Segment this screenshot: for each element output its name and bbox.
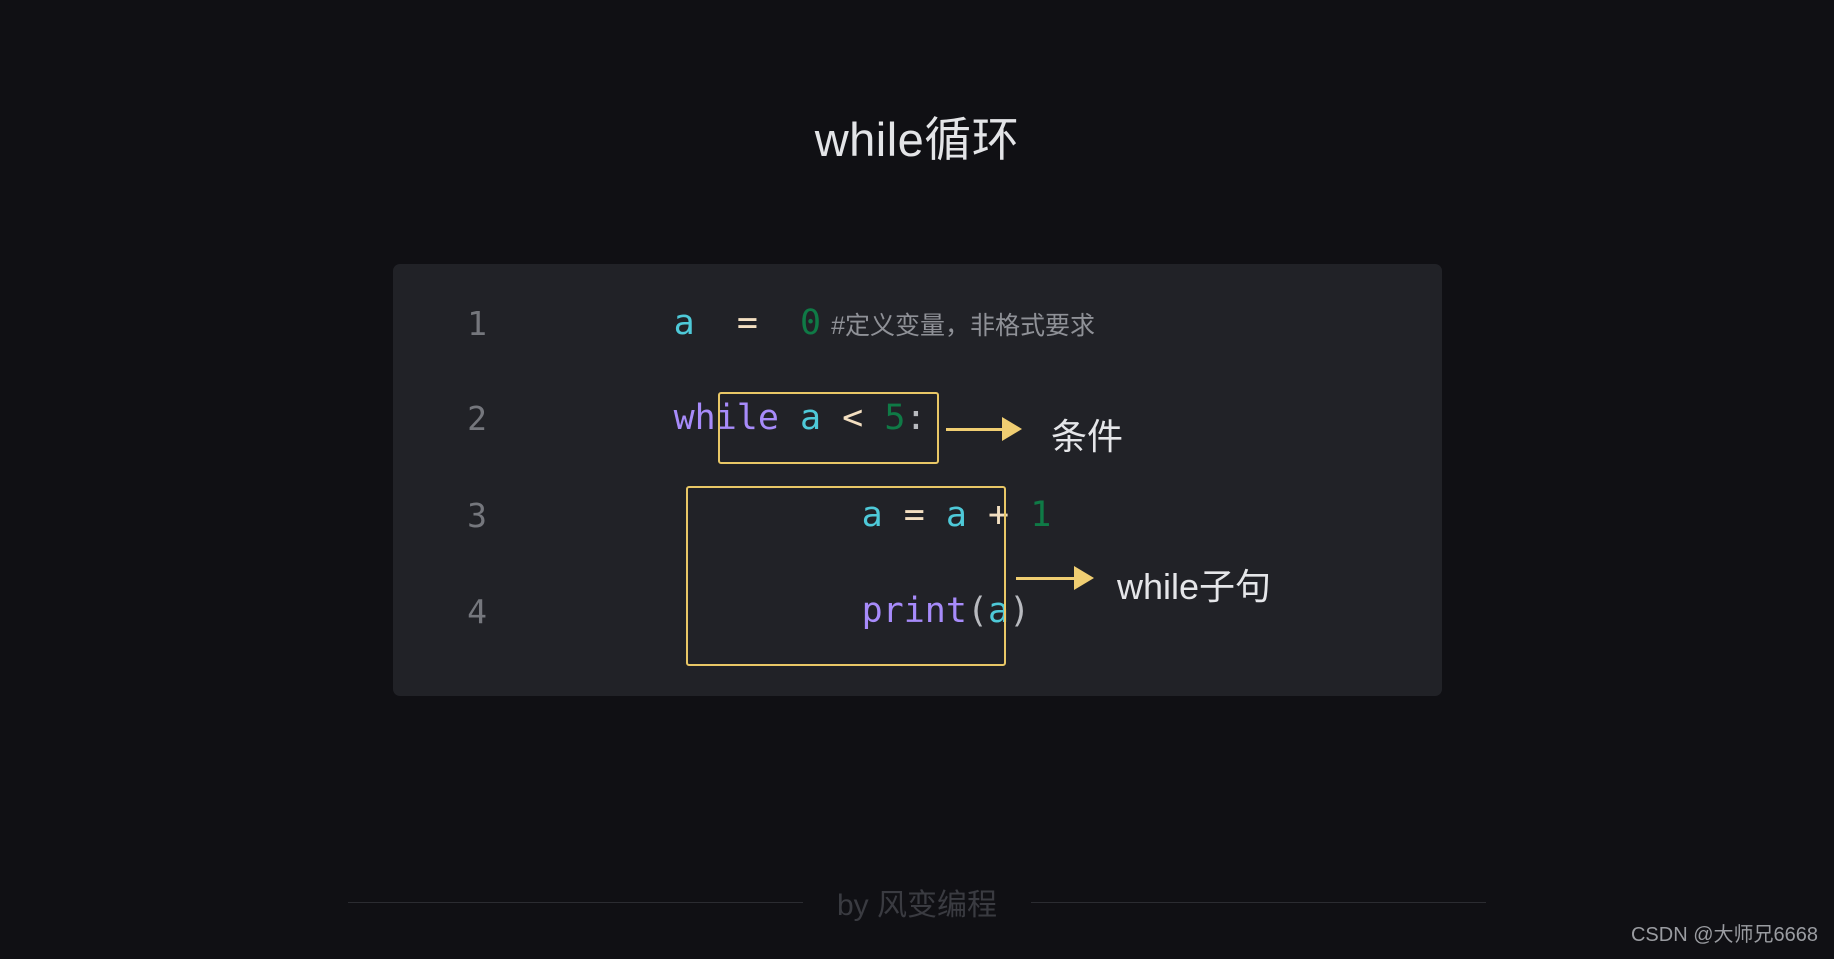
- footer-credit: by 风变编程: [836, 889, 998, 922]
- code-line-1: 1 a = 0 #定义变量，非格式要求: [393, 294, 1442, 352]
- token-comment: #定义变量，非格式要求: [831, 312, 1096, 340]
- arrow-shaft: [946, 427, 1002, 431]
- arrow-right-icon-while-body: [1016, 566, 1094, 590]
- token-operator-plus: +: [988, 495, 1010, 535]
- token-variable-a: a: [800, 398, 822, 438]
- code-line-4: 4 print(a): [393, 582, 1442, 640]
- line-number-4: 4: [467, 591, 487, 631]
- token-number-zero: 0: [800, 303, 822, 343]
- arrow-shaft: [1016, 576, 1074, 580]
- token-keyword-while: while: [673, 398, 779, 438]
- footer-divider-right: [1031, 901, 1487, 903]
- token-paren-open: (: [966, 591, 989, 631]
- token-operator-lessthan: <: [842, 398, 864, 438]
- annotation-label-condition: 条件: [1051, 416, 1124, 457]
- annotation-label-while-body: while子句: [1117, 566, 1272, 607]
- code-panel: 1 a = 0 #定义变量，非格式要求 2 while a < 5: 3 a = …: [393, 264, 1442, 696]
- line-number-1: 1: [467, 303, 487, 343]
- line-number-2: 2: [467, 398, 487, 438]
- code-line-4-content: print(a): [693, 551, 1031, 671]
- arrow-head: [1002, 417, 1022, 441]
- token-function-print: print: [861, 591, 967, 631]
- token-variable-a: a: [673, 303, 695, 343]
- token-variable-a: a: [988, 591, 1010, 631]
- footer-divider-left: [347, 901, 803, 903]
- token-number-one: 1: [1030, 495, 1052, 535]
- footer: by 风变编程: [0, 880, 1834, 924]
- token-paren-close: ): [1009, 591, 1031, 631]
- token-number-five: 5: [884, 398, 906, 438]
- page-title: while循环: [814, 113, 1020, 166]
- arrow-right-icon-condition: [946, 417, 1022, 441]
- token-operator-assign: =: [736, 303, 758, 343]
- token-variable-a-left: a: [861, 495, 883, 535]
- code-editor-area: 1 a = 0 #定义变量，非格式要求 2 while a < 5: 3 a = …: [393, 264, 1442, 696]
- token-operator-assign: =: [903, 495, 925, 535]
- arrow-head: [1074, 566, 1094, 590]
- watermark: CSDN @大师兄6668: [1630, 924, 1818, 946]
- token-colon: :: [905, 398, 927, 438]
- line-number-3: 3: [467, 495, 487, 535]
- code-line-3: 3 a = a + 1: [393, 486, 1442, 544]
- token-variable-a-right: a: [945, 495, 967, 535]
- code-line-2: 2 while a < 5:: [393, 389, 1442, 447]
